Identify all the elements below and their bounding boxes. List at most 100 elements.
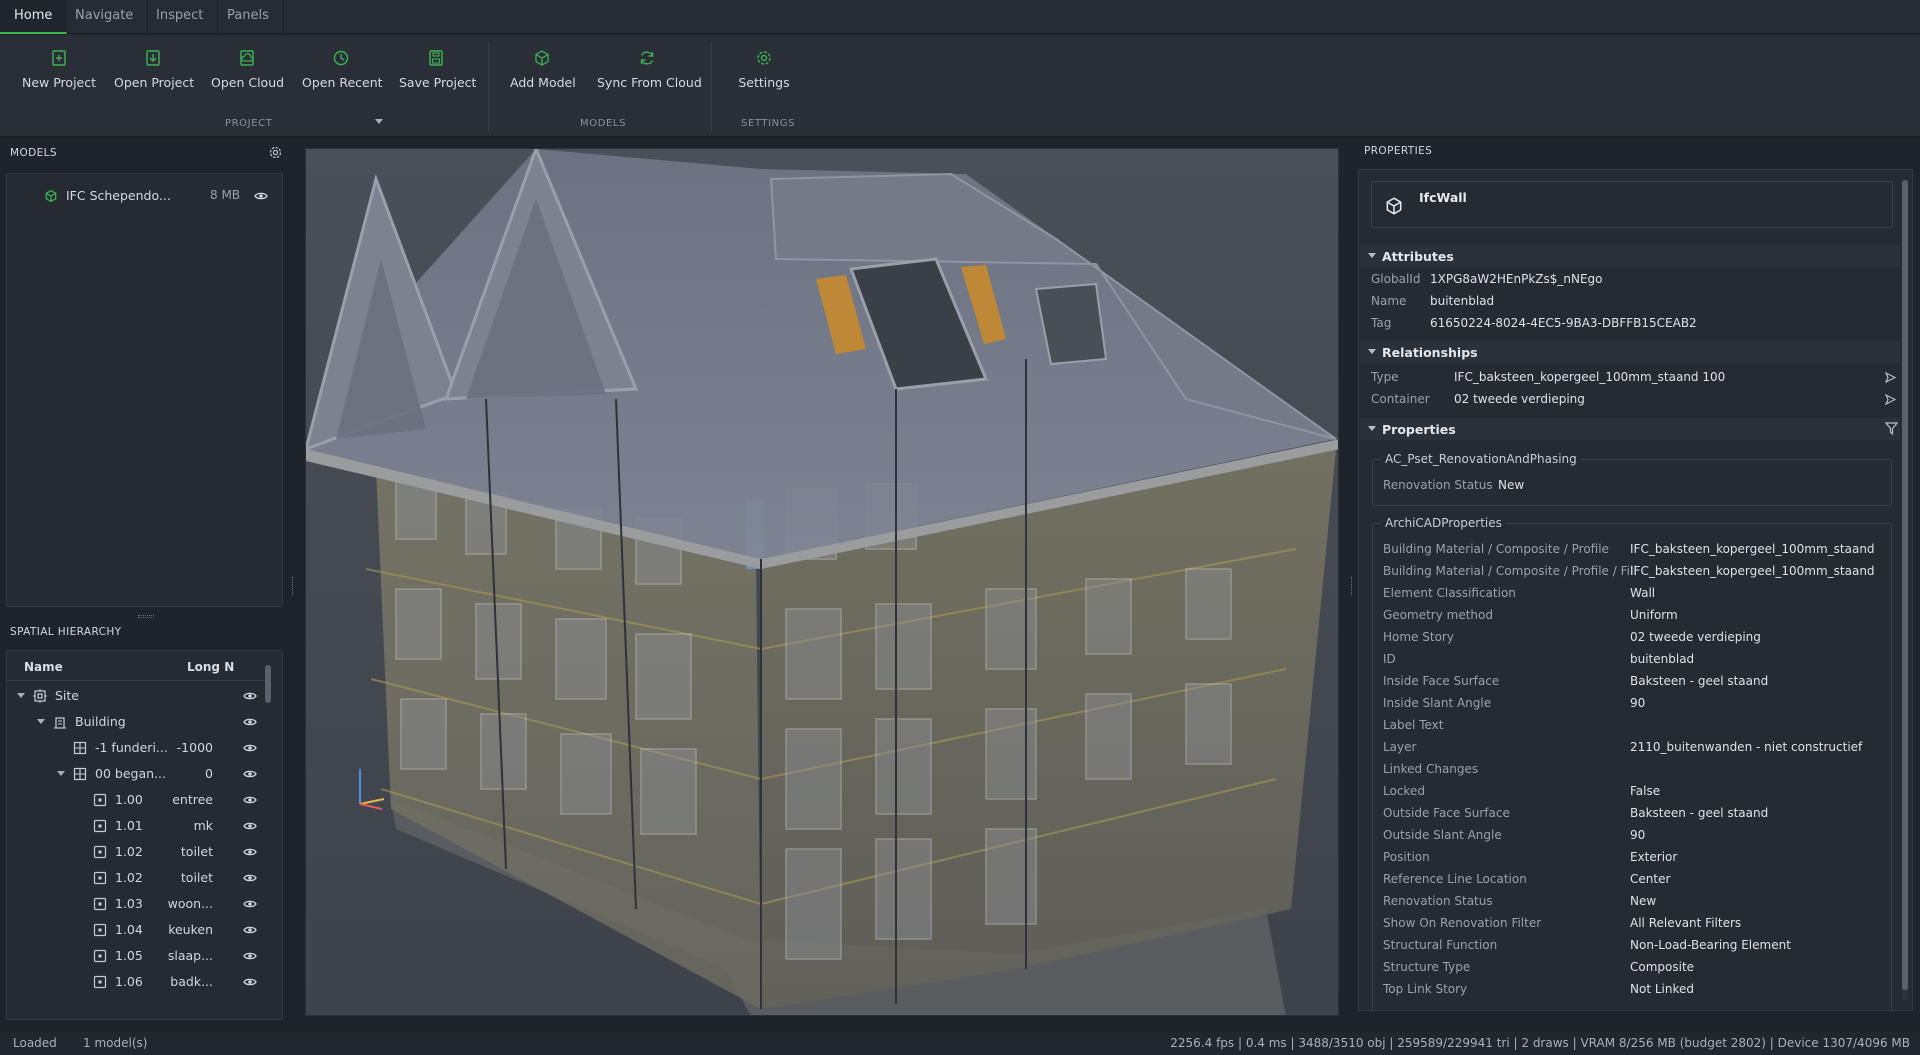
tree-row[interactable]: 1.03 woon...: [7, 891, 267, 917]
hierarchy-panel-title: SPATIAL HIERARCHY: [10, 626, 122, 638]
tab-navigate[interactable]: Navigate: [61, 0, 149, 34]
property-key: Renovation Status: [1383, 894, 1493, 908]
tab-home[interactable]: Home: [0, 0, 68, 34]
open-project-button[interactable]: Open Project: [114, 49, 194, 109]
tree-row-long-name: keuken: [168, 922, 213, 937]
tree-scrollbar[interactable]: [265, 665, 271, 703]
tree-row[interactable]: 1.04 keuken: [7, 917, 267, 943]
eye-icon[interactable]: [243, 821, 257, 831]
add-model-button[interactable]: Add Model: [510, 49, 576, 109]
property-value: 1XPG8aW2HEnPkZs$_nNEgo: [1430, 272, 1603, 286]
tree-row[interactable]: 1.01 mk: [7, 813, 267, 839]
tab-inspect[interactable]: Inspect: [142, 0, 219, 34]
chevron-down-icon[interactable]: [57, 771, 65, 777]
right-splitter-handle[interactable]: [1351, 577, 1353, 595]
tree-row[interactable]: 1.05 slaap...: [7, 943, 267, 969]
tree-row[interactable]: 1.00 entree: [7, 787, 267, 813]
eye-icon[interactable]: [243, 743, 257, 753]
sync-icon: [640, 51, 654, 65]
main-tab-bar: Home Navigate Inspect Panels: [0, 0, 1920, 34]
tree-row-long-name: toilet: [180, 844, 213, 859]
property-value: False: [1630, 784, 1661, 798]
eye-icon[interactable]: [254, 191, 268, 201]
filter-icon[interactable]: [1885, 422, 1898, 435]
models-list: IFC Schependo... 8 MB: [6, 173, 283, 607]
tree-row-long-name: -1000: [176, 740, 213, 755]
left-splitter-handle[interactable]: [292, 577, 294, 595]
tree-row[interactable]: 00 began... 0: [7, 761, 267, 787]
property-value: buitenblad: [1630, 652, 1695, 666]
recent-icon: [333, 50, 349, 66]
building-model-render[interactable]: [306, 149, 1339, 1016]
property-value: All Relevant Filters: [1630, 916, 1742, 930]
eye-icon[interactable]: [243, 873, 257, 883]
eye-icon[interactable]: [243, 691, 257, 701]
property-key: ID: [1383, 652, 1396, 666]
eye-icon[interactable]: [243, 899, 257, 909]
tree-row[interactable]: Building: [7, 709, 267, 735]
new-project-label: New Project: [22, 75, 97, 90]
tree-row-name: -1 funderi...: [95, 740, 168, 755]
property-key: Outside Face Surface: [1383, 806, 1510, 820]
section-attributes[interactable]: Attributes: [1360, 245, 1900, 267]
property-key: Inside Face Surface: [1383, 674, 1500, 688]
property-key: Position: [1383, 850, 1430, 864]
section-relationships[interactable]: Relationships: [1360, 341, 1900, 363]
eye-icon[interactable]: [243, 951, 257, 961]
chevron-right-icon[interactable]: [57, 745, 65, 751]
eye-icon[interactable]: [243, 717, 257, 727]
eye-icon[interactable]: [243, 847, 257, 857]
property-value: Uniform: [1630, 608, 1678, 622]
chevron-down-icon[interactable]: [375, 119, 383, 125]
space-icon: [93, 871, 107, 885]
3d-viewport[interactable]: [305, 148, 1339, 1016]
properties-scrollbar-track[interactable]: [1902, 180, 1908, 1000]
tree-row[interactable]: 1.06 badk...: [7, 969, 267, 995]
settings-button[interactable]: Settings: [738, 49, 790, 109]
tree-row[interactable]: 1.02 toilet: [7, 865, 267, 891]
tree-row[interactable]: -1 funderi... -1000: [7, 735, 267, 761]
properties-panel: IfcWall Attributes GlobalId 1XPG8aW2HEnPk…: [1358, 169, 1913, 1011]
property-value: 2110_buitenwanden - niet constructief: [1630, 740, 1863, 754]
navigate-icon[interactable]: [1885, 394, 1896, 405]
tab-panels[interactable]: Panels: [213, 0, 284, 34]
new-file-icon: [52, 50, 66, 66]
property-value: 02 tweede verdieping: [1454, 392, 1585, 406]
tree-row-long-name: 0: [205, 766, 213, 781]
new-project-button[interactable]: New Project: [22, 49, 96, 109]
sync-from-cloud-button[interactable]: Sync From Cloud: [597, 49, 702, 109]
panel-resize-handle[interactable]: [138, 615, 154, 618]
section-properties[interactable]: Properties: [1360, 418, 1900, 440]
properties-scrollbar-thumb[interactable]: [1902, 180, 1908, 990]
cube-icon: [535, 50, 549, 66]
eye-icon[interactable]: [243, 769, 257, 779]
chevron-down-icon[interactable]: [17, 693, 25, 699]
eye-icon[interactable]: [243, 977, 257, 987]
gear-icon[interactable]: [268, 145, 283, 160]
tree-row-long-name: toilet: [180, 870, 213, 885]
tree-row-long-name: mk: [193, 818, 213, 833]
eye-icon[interactable]: [243, 795, 257, 805]
open-cloud-button[interactable]: Open Cloud: [211, 49, 284, 109]
column-header-long-name[interactable]: Long N: [187, 660, 234, 674]
navigate-icon[interactable]: [1885, 372, 1896, 383]
property-key: Container: [1371, 392, 1430, 406]
storey-icon: [73, 741, 87, 755]
property-value: IFC_baksteen_kopergeel_100mm_staand: [1630, 542, 1875, 556]
chevron-down-icon[interactable]: [37, 719, 45, 725]
save-project-button[interactable]: Save Project: [399, 49, 476, 109]
tree-row[interactable]: 1.02 toilet: [7, 839, 267, 865]
tree-row[interactable]: Site: [7, 683, 267, 709]
model-size: 8 MB: [210, 188, 241, 202]
column-header-name[interactable]: Name: [24, 660, 63, 674]
model-item[interactable]: IFC Schependo... 8 MB: [7, 185, 282, 207]
tree-row-long-name: entree: [172, 792, 213, 807]
property-key: Building Material / Composite / Profile: [1383, 542, 1609, 556]
open-recent-button[interactable]: Open Recent: [302, 49, 383, 124]
tree-row-name: 1.06: [115, 974, 143, 989]
status-bar: Loaded 1 model(s) 2256.4 fps | 0.4 ms | …: [0, 1030, 1920, 1055]
save-icon: [429, 50, 443, 66]
eye-icon[interactable]: [243, 925, 257, 935]
status-model-count: 1 model(s): [83, 1036, 148, 1050]
caret-down-icon: [1368, 426, 1376, 431]
